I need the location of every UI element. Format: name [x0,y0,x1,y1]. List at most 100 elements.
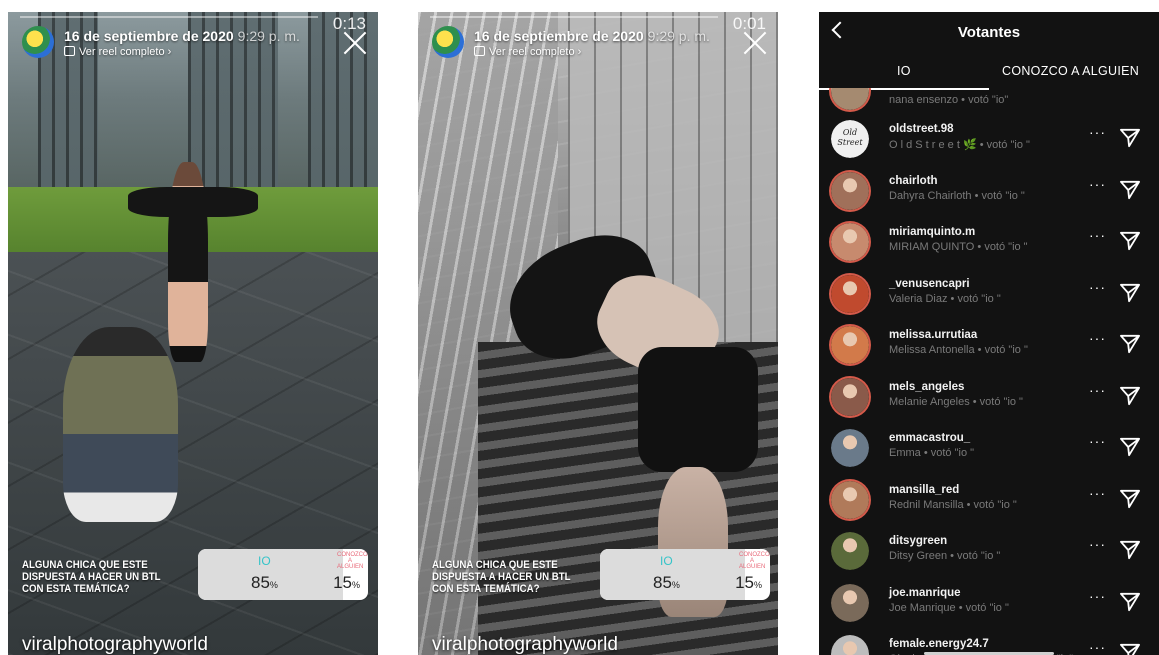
send-message-icon[interactable] [1119,643,1141,655]
avatar-image [831,583,869,622]
send-message-icon[interactable] [1119,128,1141,148]
view-full-reel-link[interactable]: Ver reel completo › [64,46,171,58]
more-options-icon[interactable]: ··· [1089,124,1106,140]
more-options-icon[interactable]: ··· [1089,330,1106,346]
story-header: 16 de septiembre de 2020 9:29 p. m. Ver r… [418,12,778,72]
poll-option-a: IO [660,554,673,568]
avatar[interactable] [831,223,869,261]
more-options-icon[interactable]: ··· [1089,279,1106,295]
voter-username[interactable]: mels_angeles [889,381,964,393]
avatar-image [831,274,869,313]
voter-username[interactable]: ditsygreen [889,535,947,547]
poll-option-b: CONOZCO A ALGUIEN [337,552,368,570]
more-options-icon[interactable]: ··· [1089,588,1106,604]
avatar-logo-text: Old Street [837,128,863,147]
voter-subtitle: O l d S t r e e t 🌿 • votó "io " [889,139,1030,151]
voter-row[interactable]: _venusencapri Valeria Diaz • votó "io " ··… [819,269,1159,320]
story-progress-bar [20,16,318,18]
voter-subtitle: Rednil Mansilla • votó "io " [889,498,1017,511]
avatar[interactable]: Old Street [831,120,869,158]
avatar-image [831,223,869,261]
poll-value-b: 15% [735,573,762,592]
send-message-icon[interactable] [1119,231,1141,251]
voter-username[interactable]: joe.manrique [889,587,961,599]
send-message-icon[interactable] [1119,437,1141,457]
more-options-icon[interactable]: ··· [1089,176,1106,192]
story-progress-bar [430,16,718,18]
poll-option-a: IO [258,554,271,568]
tab-option-a[interactable]: IO [897,64,911,78]
voter-row[interactable]: Old Street oldstreet.98 O l d S t r e e t … [819,114,1159,165]
avatar[interactable] [831,274,869,313]
avatar[interactable] [831,377,869,416]
poll-sticker[interactable]: IO CONOZCO A ALGUIEN 85% 15% [198,549,368,600]
voter-row[interactable]: miriamquinto.m MIRIAM QUINTO • votó "io "… [819,217,1159,268]
voter-username[interactable]: emmacastrou_ [889,432,970,444]
avatar[interactable] [831,532,869,570]
voter-username[interactable]: chairloth [889,175,938,187]
more-options-icon[interactable]: ··· [1089,382,1106,398]
voter-row[interactable]: mels_angeles Melanie Angeles • votó "io "… [819,372,1159,423]
story-panel-2: 16 de septiembre de 2020 9:29 p. m. Ver r… [418,12,778,655]
send-message-icon[interactable] [1119,283,1141,303]
send-message-icon[interactable] [1119,592,1141,612]
story-panel-1: 16 de septiembre de 2020 9:29 p. m. Ver r… [8,12,378,655]
view-full-reel-link[interactable]: Ver reel completo › [474,46,581,58]
more-options-icon[interactable]: ··· [1089,536,1106,552]
voter-username[interactable]: female.energy24.7 [889,638,989,650]
model-jacket [128,187,258,217]
poll-question: ALGUNA CHICA QUE ESTE DISPUESTA A HACER … [432,559,571,595]
voter-row[interactable]: chairloth Dahyra Chairloth • votó "io " ··… [819,166,1159,217]
avatar[interactable] [831,171,869,210]
reel-icon [474,46,485,56]
voter-row[interactable]: ditsygreen Ditsy Green • votó "io " ··· [819,526,1159,577]
voter-subtitle: Melissa Antonella • votó "io " [889,344,1028,356]
more-options-icon[interactable]: ··· [1089,639,1106,655]
voter-username[interactable]: mansilla_red [889,484,959,496]
send-message-icon[interactable] [1119,386,1141,406]
voter-row[interactable]: emmacastrou_ Emma • votó "io " ··· [819,423,1159,474]
close-icon[interactable] [742,30,768,56]
avatar[interactable] [831,429,869,467]
voter-subtitle: MIRIAM QUINTO • votó "io " [889,241,1028,253]
voter-username[interactable]: miriamquinto.m [889,226,975,238]
voter-row[interactable]: melissa.urrutiaa Melissa Antonella • votó… [819,320,1159,371]
voter-subtitle: Joe Manrique • votó "io " [889,601,1009,614]
avatar-image [831,635,869,655]
avatar[interactable] [831,583,869,622]
voters-tabs: IO CONOZCO A ALGUIEN [819,58,1159,90]
send-message-icon[interactable] [1119,540,1141,560]
poll-question: ALGUNA CHICA QUE ESTE DISPUESTA A HACER … [22,559,161,595]
voter-subtitle: Dahyra Chairloth • votó "io " [889,189,1025,202]
voters-header: Votantes [819,12,1159,56]
story-header: 16 de septiembre de 2020 9:29 p. m. Ver r… [8,12,378,72]
poll-sticker[interactable]: IO CONOZCO A ALGUIEN 85% 15% [600,549,770,600]
more-options-icon[interactable]: ··· [1089,227,1106,243]
voter-subtitle: Emma • votó "io " [889,447,975,459]
avatar-image [831,429,869,467]
close-icon[interactable] [342,30,368,56]
more-options-icon[interactable]: ··· [1089,433,1106,449]
more-options-icon[interactable]: ··· [1089,485,1106,501]
profile-avatar[interactable] [22,26,54,58]
profile-avatar[interactable] [432,26,464,58]
avatar-image [831,377,869,416]
avatar-image [831,326,869,364]
watermark-handle: viralphotographyworld [432,634,618,655]
avatar[interactable] [831,326,869,364]
voter-username[interactable]: _venusencapri [889,278,970,290]
send-message-icon[interactable] [1119,334,1141,354]
list-item-partial[interactable]: nana ensenzo • votó "io" [819,88,1159,117]
reel-icon [64,46,75,56]
poll-value-a: 85% [653,573,680,592]
voter-row[interactable]: mansilla_red Rednil Mansilla • votó "io "… [819,475,1159,526]
avatar[interactable] [831,480,869,519]
voter-username[interactable]: melissa.urrutiaa [889,329,977,341]
send-message-icon[interactable] [1119,489,1141,509]
voter-username[interactable]: oldstreet.98 [889,123,954,135]
voter-row[interactable]: joe.manrique Joe Manrique • votó "io " ··· [819,578,1159,629]
send-message-icon[interactable] [1119,180,1141,200]
avatar[interactable] [831,88,869,110]
avatar[interactable] [831,635,869,655]
tab-option-b[interactable]: CONOZCO A ALGUIEN [1002,64,1139,78]
